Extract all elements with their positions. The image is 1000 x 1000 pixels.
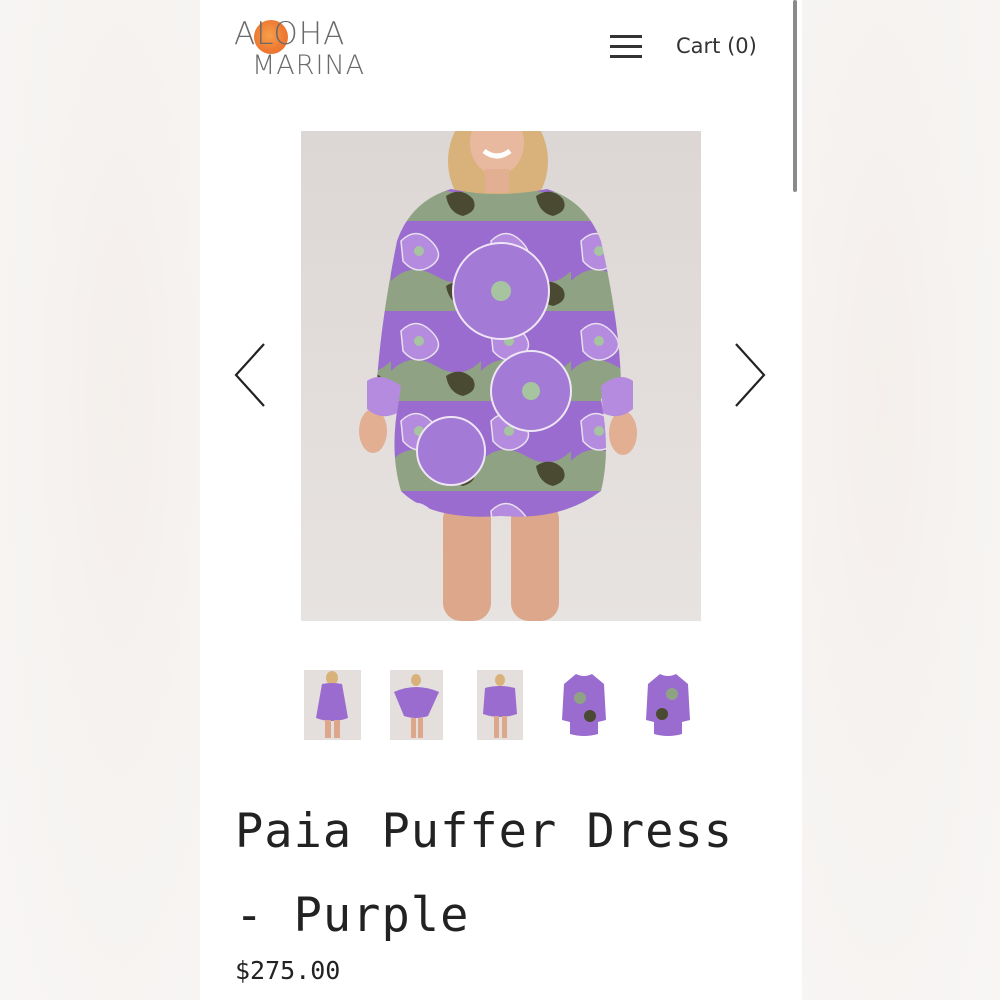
cart-link[interactable]: Cart (0) [676,34,757,58]
thumbnail-strip [200,670,802,740]
product-title: Paia Puffer Dress - Purple [235,804,734,943]
logo-text-line2: MARINA [252,50,366,81]
product-main-image [301,131,701,621]
thumbnail-3[interactable] [477,670,523,740]
thumbnail-5[interactable] [644,670,692,740]
logo-text-line1: ALOHA [234,16,346,52]
thumbnail-2[interactable] [390,670,443,740]
thumbnail-1[interactable] [304,670,361,740]
page-scrollbar[interactable] [793,0,797,192]
product-page: ALOHA MARINA Cart (0) Paia Puffer Dress … [200,0,802,1000]
model-photo [359,131,637,621]
brand-logo[interactable]: ALOHA MARINA [234,8,364,81]
hamburger-menu-icon[interactable] [610,35,642,59]
chevron-right-icon[interactable] [730,340,770,410]
chevron-left-icon[interactable] [230,340,270,410]
product-price: $275.00 [235,956,341,985]
thumbnail-4[interactable] [560,670,608,740]
backdrop-right [802,0,1000,1000]
backdrop-left [0,0,200,1000]
